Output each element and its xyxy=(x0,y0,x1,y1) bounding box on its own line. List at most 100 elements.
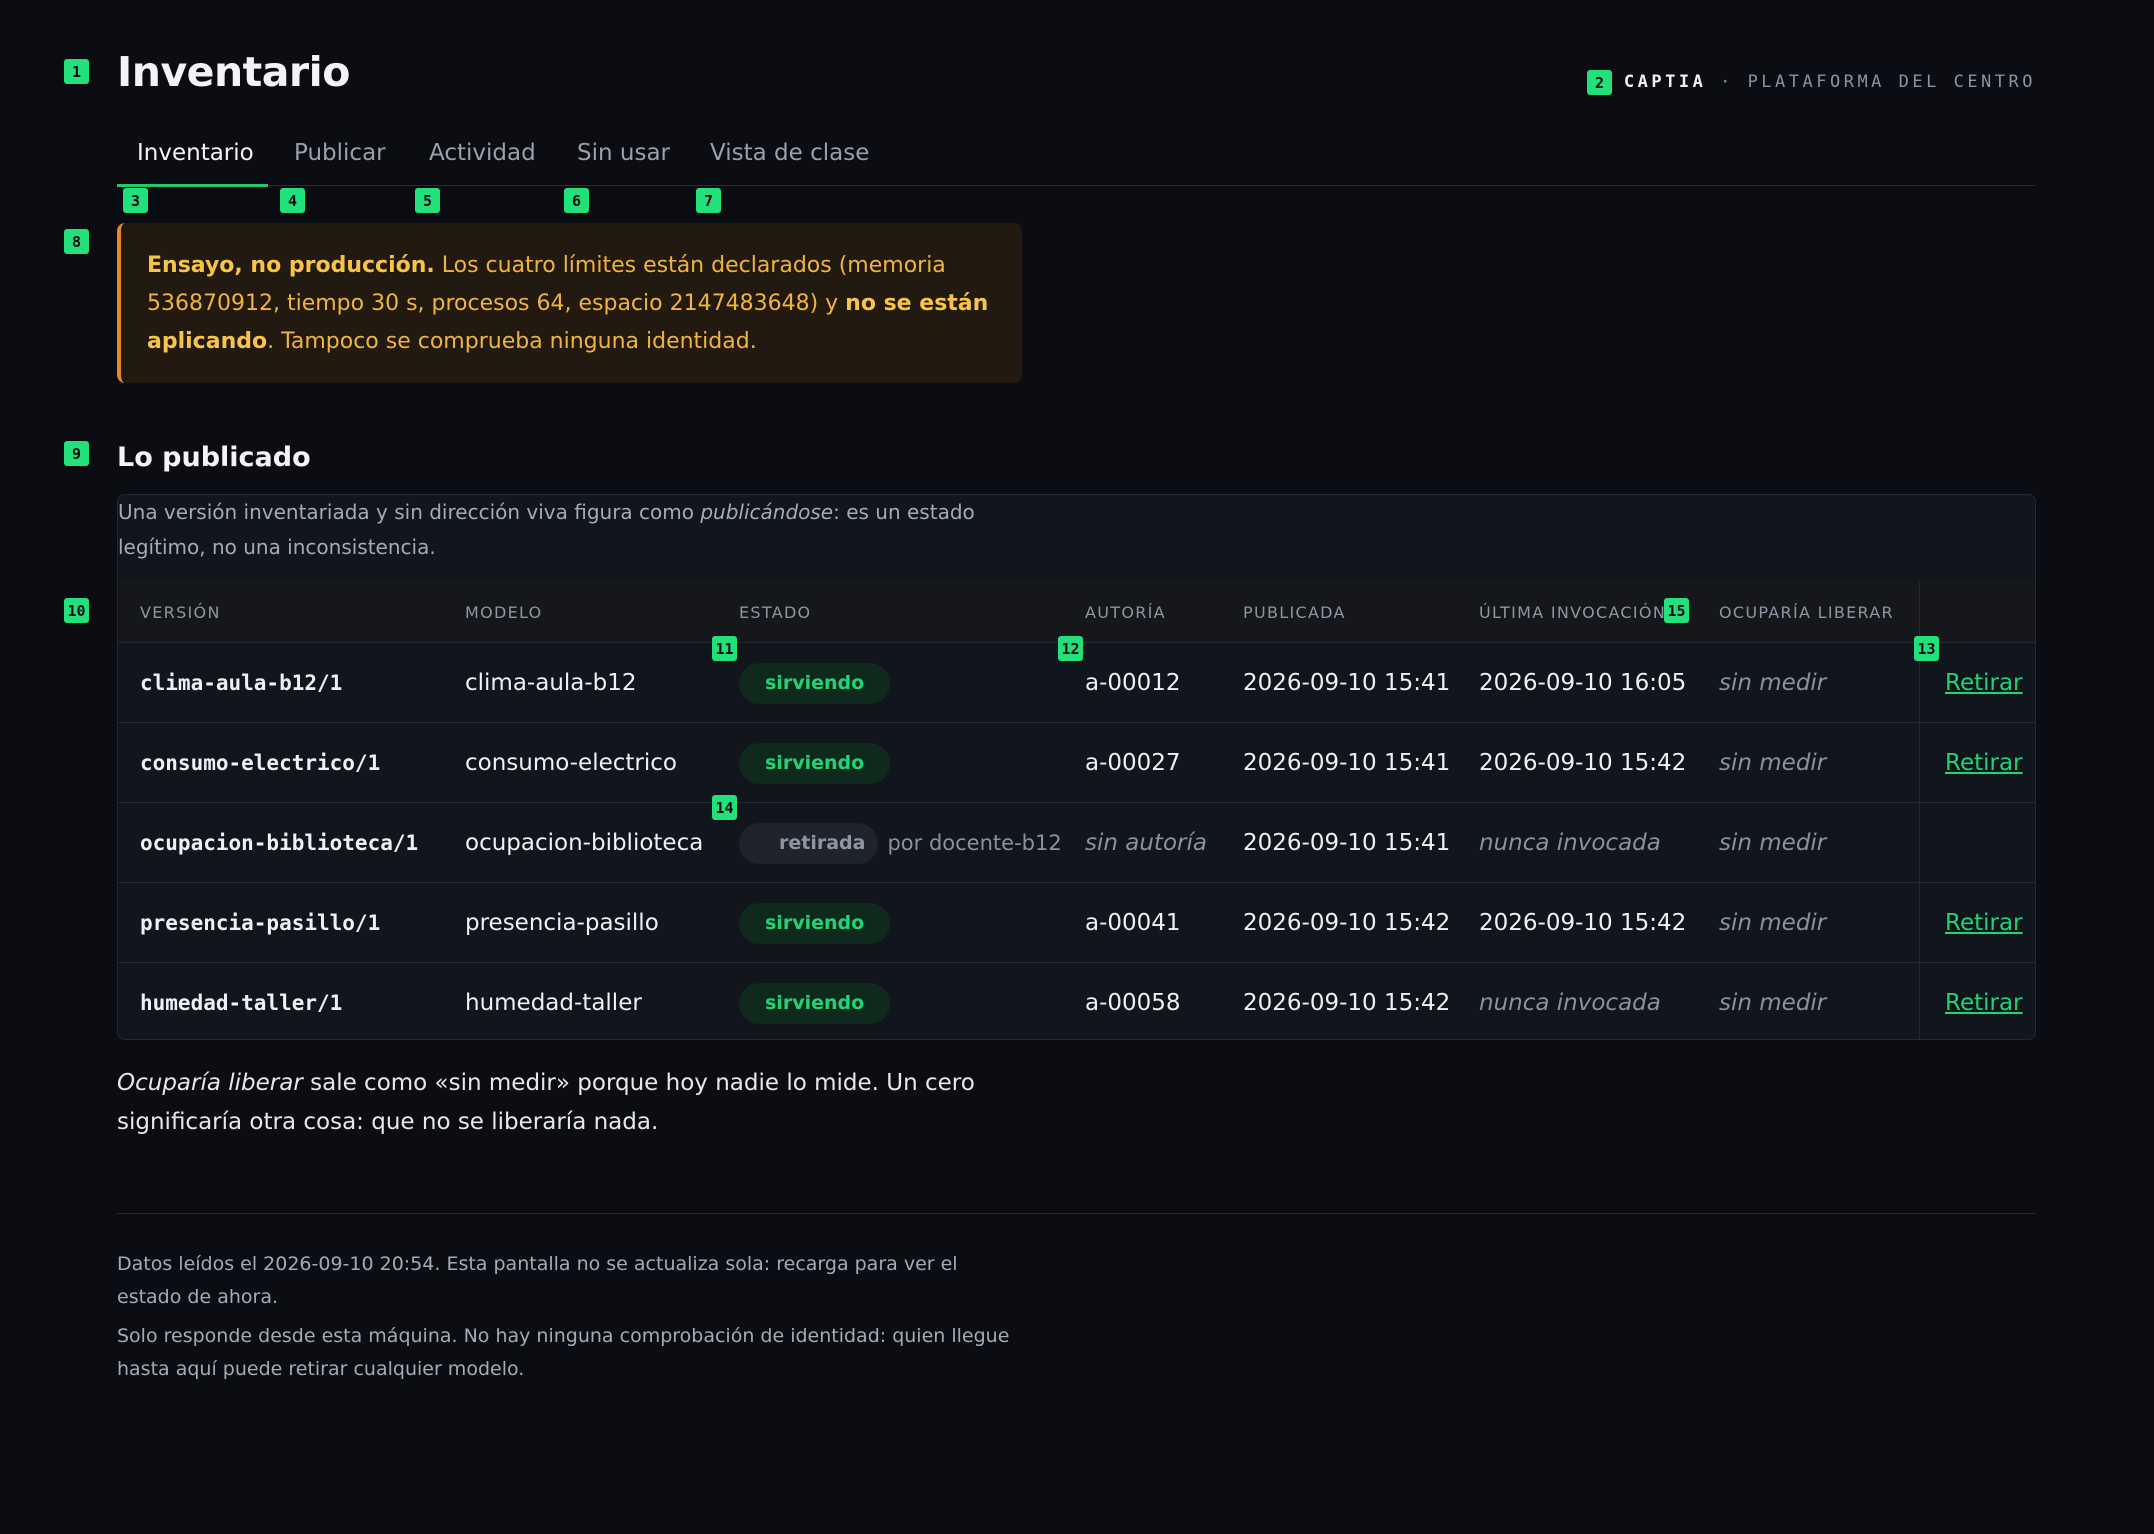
marker-6: 6 xyxy=(564,188,589,213)
version-cell: clima-aula-b12/1 xyxy=(140,671,343,695)
retire-link[interactable]: Retirar xyxy=(1945,910,2023,936)
marker-9: 9 xyxy=(64,441,89,466)
table-row: ocupacion-biblioteca/1 ocupacion-bibliot… xyxy=(118,803,2035,883)
marker-7: 7 xyxy=(696,188,721,213)
warning-lead: Ensayo, no producción. xyxy=(147,253,435,278)
status-cell: sirviendo xyxy=(739,723,891,803)
status-badge: retirada xyxy=(739,822,879,864)
tab-bar: Inventario Publicar Actividad Sin usar V… xyxy=(117,128,2036,187)
model-cell: humedad-taller xyxy=(465,990,642,1016)
published-panel: Una versión inventariada y sin dirección… xyxy=(117,494,2036,1040)
footer-data-timestamp: Datos leídos el 2026-09-10 20:54. Esta p… xyxy=(117,1253,958,1308)
published-cell: 2026-09-10 15:41 xyxy=(1243,670,1451,696)
measurement-note: Ocuparía liberar sale como «sin medir» p… xyxy=(117,1064,1037,1142)
author-cell: sin autoría xyxy=(1085,830,1207,856)
model-cell: clima-aula-b12 xyxy=(465,670,637,696)
free-cell: sin medir xyxy=(1719,990,1827,1016)
status-cell: sirviendo xyxy=(739,883,891,963)
note-emphasis: Ocuparía liberar xyxy=(117,1070,303,1096)
marker-10: 10 xyxy=(64,598,89,623)
table-row: humedad-taller/1 humedad-taller sirviend… xyxy=(118,963,2035,1039)
footer-security-note: Solo responde desde esta máquina. No hay… xyxy=(117,1325,1010,1380)
marker-12: 12 xyxy=(1058,636,1083,661)
author-cell: a-00027 xyxy=(1085,750,1181,776)
version-cell: humedad-taller/1 xyxy=(140,991,343,1015)
marker-5: 5 xyxy=(415,188,440,213)
version-cell: presencia-pasillo/1 xyxy=(140,911,381,935)
retire-link[interactable]: Retirar xyxy=(1945,670,2023,696)
warning-banner: Ensayo, no producción. Los cuatro límite… xyxy=(117,223,1022,383)
page-title: Inventario xyxy=(117,48,350,96)
table-row: consumo-electrico/1 consumo-electrico si… xyxy=(118,723,2035,803)
marker-1: 1 xyxy=(64,59,89,84)
status-badge: sirviendo xyxy=(739,742,891,784)
model-cell: presencia-pasillo xyxy=(465,910,659,936)
action-cell: Retirar xyxy=(1945,723,2023,803)
tab-sin-usar[interactable]: Sin usar xyxy=(577,128,670,186)
model-cell: ocupacion-biblioteca xyxy=(465,830,704,856)
free-cell: sin medir xyxy=(1719,670,1827,696)
author-cell: a-00041 xyxy=(1085,910,1181,936)
column-header-version: Versión xyxy=(140,602,221,622)
status-badge: sirviendo xyxy=(739,662,891,704)
published-cell: 2026-09-10 15:41 xyxy=(1243,830,1451,856)
action-cell: Retirar xyxy=(1945,963,2023,1039)
column-header-published: Publicada xyxy=(1243,602,1346,622)
brand-name: CAPTIA xyxy=(1623,72,1707,92)
warning-text-b: . Tampoco se comprueba ninguna identidad… xyxy=(267,329,757,354)
published-cell: 2026-09-10 15:42 xyxy=(1243,910,1451,936)
column-header-last-call: Última invocación xyxy=(1479,602,1667,622)
brand-separator: · xyxy=(1706,72,1748,92)
status-cell: sirviendo xyxy=(739,963,891,1039)
last-call-cell: 2026-09-10 16:05 xyxy=(1479,670,1687,696)
section-intro: Una versión inventariada y sin dirección… xyxy=(118,495,998,565)
free-cell: sin medir xyxy=(1719,830,1827,856)
status-badge: sirviendo xyxy=(739,982,891,1024)
free-cell: sin medir xyxy=(1719,910,1827,936)
tab-vista-de-clase[interactable]: Vista de clase xyxy=(710,128,869,186)
status-cell: sirviendo xyxy=(739,643,891,723)
table-row: presencia-pasillo/1 presencia-pasillo si… xyxy=(118,883,2035,963)
author-cell: a-00058 xyxy=(1085,990,1181,1016)
marker-13: 13 xyxy=(1914,636,1939,661)
marker-3: 3 xyxy=(123,188,148,213)
column-header-model: Modelo xyxy=(465,602,543,622)
brand-subtitle: PLATAFORMA DEL CENTRO xyxy=(1747,72,2036,92)
status-badge: sirviendo xyxy=(739,902,891,944)
footer-divider xyxy=(117,1213,2036,1214)
version-cell: ocupacion-biblioteca/1 xyxy=(140,831,419,855)
status-cell: retirada por docente-b12 xyxy=(739,803,1062,883)
marker-8: 8 xyxy=(64,229,89,254)
section-title: Lo publicado xyxy=(117,442,311,473)
table-header: Versión Modelo Estado Autoría Publicada … xyxy=(118,581,2035,643)
intro-emphasis: publicándose xyxy=(700,500,834,524)
intro-text-a: Una versión inventariada y sin dirección… xyxy=(118,500,701,524)
retire-link[interactable]: Retirar xyxy=(1945,990,2023,1016)
column-header-status: Estado xyxy=(739,602,812,622)
retire-link[interactable]: Retirar xyxy=(1945,750,2023,776)
model-cell: consumo-electrico xyxy=(465,750,677,776)
marker-14: 14 xyxy=(712,795,737,820)
free-cell: sin medir xyxy=(1719,750,1827,776)
published-cell: 2026-09-10 15:42 xyxy=(1243,990,1451,1016)
published-cell: 2026-09-10 15:41 xyxy=(1243,750,1451,776)
last-call-cell: 2026-09-10 15:42 xyxy=(1479,910,1687,936)
marker-11: 11 xyxy=(712,636,737,661)
last-call-cell: 2026-09-10 15:42 xyxy=(1479,750,1687,776)
action-cell: Retirar xyxy=(1945,883,2023,963)
tab-publicar[interactable]: Publicar xyxy=(294,128,386,186)
brand-label: CAPTIA · PLATAFORMA DEL CENTRO xyxy=(1624,72,2036,92)
column-header-author: Autoría xyxy=(1085,602,1166,622)
marker-4: 4 xyxy=(280,188,305,213)
tab-inventario[interactable]: Inventario xyxy=(117,128,268,187)
author-cell: a-00012 xyxy=(1085,670,1181,696)
footer: Datos leídos el 2026-09-10 20:54. Esta p… xyxy=(117,1248,1017,1386)
last-call-cell: nunca invocada xyxy=(1479,990,1661,1016)
marker-15: 15 xyxy=(1664,598,1689,623)
tab-actividad[interactable]: Actividad xyxy=(429,128,536,186)
last-call-cell: nunca invocada xyxy=(1479,830,1661,856)
column-header-free: Ocuparía liberar xyxy=(1719,602,1894,622)
marker-2: 2 xyxy=(1587,70,1612,95)
version-cell: consumo-electrico/1 xyxy=(140,751,381,775)
action-cell: Retirar xyxy=(1945,643,2023,723)
